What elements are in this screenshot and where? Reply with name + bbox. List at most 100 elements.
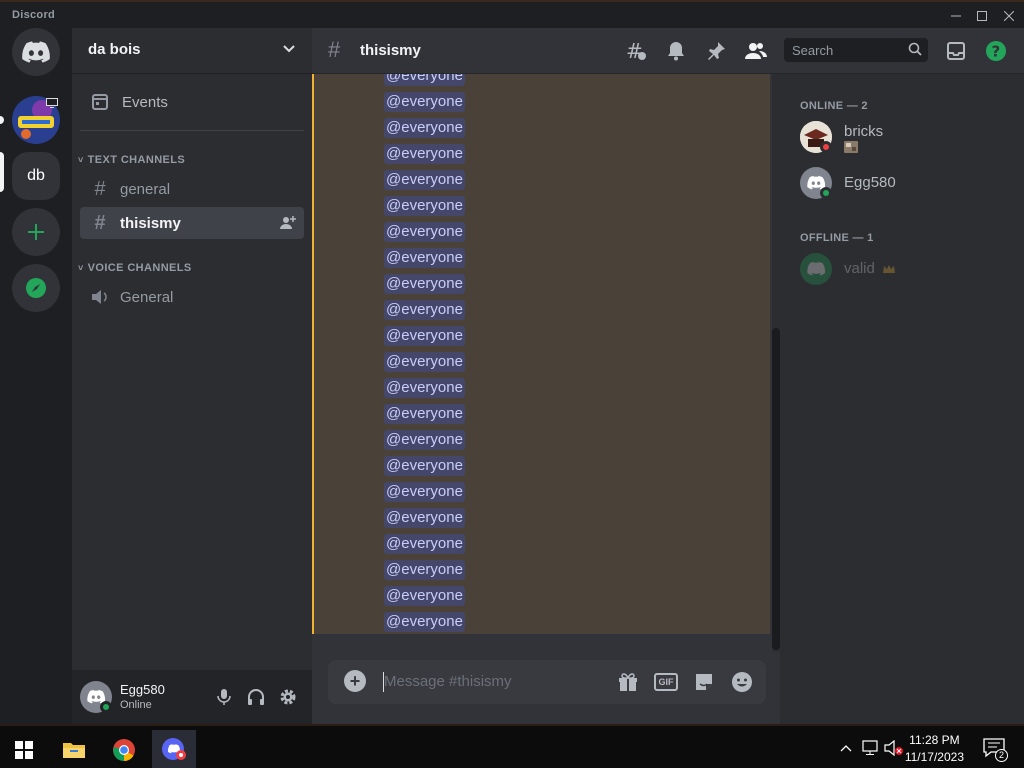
search-placeholder: Search <box>792 43 834 58</box>
mention-everyone[interactable]: @everyone <box>384 274 465 294</box>
mention-everyone[interactable]: @everyone <box>384 248 465 268</box>
speaker-muted-icon <box>884 740 903 756</box>
mention-everyone[interactable]: @everyone <box>384 144 465 164</box>
mention-everyone[interactable]: @everyone <box>384 534 465 554</box>
chat-area: # thisismy # Search ? @everyone @everyon… <box>312 28 1024 724</box>
member-list-button[interactable] <box>744 39 768 63</box>
category-voice-label: VOICE CHANNELS <box>87 262 192 274</box>
gift-button[interactable] <box>616 670 640 694</box>
inbox-icon <box>947 42 965 60</box>
minimize-button[interactable] <box>942 6 970 26</box>
notification-count-badge: 2 <box>995 749 1008 762</box>
server-db[interactable]: db <box>12 152 60 200</box>
system-clock[interactable]: 11:28 PM 11/17/2023 <box>905 732 964 766</box>
mention-everyone[interactable]: @everyone <box>384 196 465 216</box>
mention-everyone[interactable]: @everyone <box>384 430 465 450</box>
pin-icon <box>708 42 725 60</box>
user-panel: Egg580 Online <box>72 670 312 724</box>
windows-taskbar: 11:28 PM 11/17/2023 2 <box>0 724 1024 768</box>
speaker-icon <box>92 290 107 304</box>
upload-button[interactable]: + <box>344 670 366 692</box>
mention-everyone[interactable]: @everyone <box>384 560 465 580</box>
mention-everyone[interactable]: @everyone <box>384 482 465 502</box>
mention-everyone[interactable]: @everyone <box>384 612 465 632</box>
gear-icon <box>280 689 296 705</box>
unread-indicator <box>0 116 4 124</box>
mention-everyone[interactable]: @everyone <box>384 404 465 424</box>
mention-everyone[interactable]: @everyone <box>384 300 465 320</box>
compass-icon <box>26 278 46 298</box>
mention-everyone[interactable]: @everyone <box>384 222 465 242</box>
sticker-button[interactable] <box>692 670 716 694</box>
show-hidden-icons-button[interactable] <box>836 738 856 758</box>
minimize-icon <box>951 15 961 17</box>
emoji-button[interactable] <box>730 670 754 694</box>
close-button[interactable] <box>995 6 1023 26</box>
screen-share-icon <box>46 98 58 108</box>
channel-general-label: general <box>120 180 171 198</box>
category-text-channels[interactable]: ˅ TEXT CHANNELS <box>78 154 185 166</box>
mention-everyone[interactable]: @everyone <box>384 508 465 528</box>
emoji-icon <box>732 672 752 692</box>
guild-header[interactable]: da bois <box>72 28 312 74</box>
mention-everyone[interactable]: @everyone <box>384 352 465 372</box>
start-button[interactable] <box>2 730 46 768</box>
events-button[interactable]: Events <box>80 86 304 118</box>
mention-everyone[interactable]: @everyone <box>384 456 465 476</box>
mention-everyone[interactable]: @everyone <box>384 170 465 190</box>
search-icon <box>908 42 922 56</box>
mention-everyone[interactable]: @everyone <box>384 326 465 346</box>
home-button[interactable] <box>12 28 60 76</box>
file-explorer-button[interactable] <box>52 730 96 768</box>
mention-everyone[interactable]: @everyone <box>384 378 465 398</box>
mention-everyone[interactable]: @everyone <box>384 586 465 606</box>
member-bricks[interactable]: bricks <box>800 115 1016 159</box>
gif-button[interactable]: GIF <box>654 670 678 694</box>
create-invite-icon[interactable] <box>280 215 296 231</box>
explore-servers-button[interactable] <box>12 264 60 312</box>
mention-everyone[interactable]: @everyone <box>384 118 465 138</box>
discord-taskbar-button[interactable] <box>152 730 196 768</box>
chevron-down-icon <box>283 45 295 53</box>
channel-general[interactable]: # general <box>80 173 304 205</box>
help-button[interactable]: ? <box>984 39 1008 63</box>
gif-label: GIF <box>654 673 678 691</box>
channel-sidebar: da bois Events ˅ TEXT CHANNELS # general … <box>72 28 312 724</box>
channel-thisismy[interactable]: # thisismy <box>80 207 304 239</box>
title-bar: Discord <box>0 0 1024 28</box>
user-settings-button[interactable] <box>276 685 300 709</box>
voice-channel-general[interactable]: General <box>80 281 304 313</box>
mention-everyone[interactable]: @everyone <box>384 74 465 86</box>
mute-button[interactable] <box>212 685 236 709</box>
notification-settings-button[interactable] <box>664 39 688 63</box>
threads-icon: # <box>626 40 646 62</box>
volume-button[interactable] <box>884 738 904 758</box>
plus-icon <box>28 224 44 240</box>
search-input[interactable]: Search <box>784 38 928 62</box>
offline-category: OFFLINE — 1 <box>800 232 874 244</box>
members-icon <box>745 43 767 59</box>
pinned-messages-button[interactable] <box>704 39 728 63</box>
hash-icon: # <box>94 177 106 200</box>
message-composer[interactable]: + Message #thisismy GIF <box>328 660 766 704</box>
member-name: bricks <box>844 123 884 140</box>
chrome-button[interactable] <box>102 730 146 768</box>
network-button[interactable] <box>860 738 880 758</box>
discord-logo-icon <box>22 41 50 63</box>
member-list: ONLINE — 2 bricks Egg580 OFFLINE — 1 val… <box>780 74 1024 724</box>
chevron-up-icon <box>840 745 852 752</box>
member-egg580[interactable]: Egg580 <box>800 161 1016 205</box>
discord-app: Discord db da bois Events ˅ TEXT CHANNEL… <box>0 0 1024 768</box>
chevron-down-icon: ˅ <box>78 155 84 165</box>
action-center-button[interactable]: 2 <box>982 736 1008 762</box>
message-input[interactable]: Message #thisismy <box>384 673 512 690</box>
inbox-button[interactable] <box>944 39 968 63</box>
deafen-button[interactable] <box>244 685 268 709</box>
scrollbar-thumb[interactable] <box>772 328 780 650</box>
add-server-button[interactable] <box>12 208 60 256</box>
maximize-button[interactable] <box>968 6 996 26</box>
category-voice-channels[interactable]: ˅ VOICE CHANNELS <box>78 262 192 274</box>
threads-button[interactable]: # <box>624 39 648 63</box>
mention-everyone[interactable]: @everyone <box>384 92 465 112</box>
member-valid[interactable]: valid <box>800 247 1016 291</box>
